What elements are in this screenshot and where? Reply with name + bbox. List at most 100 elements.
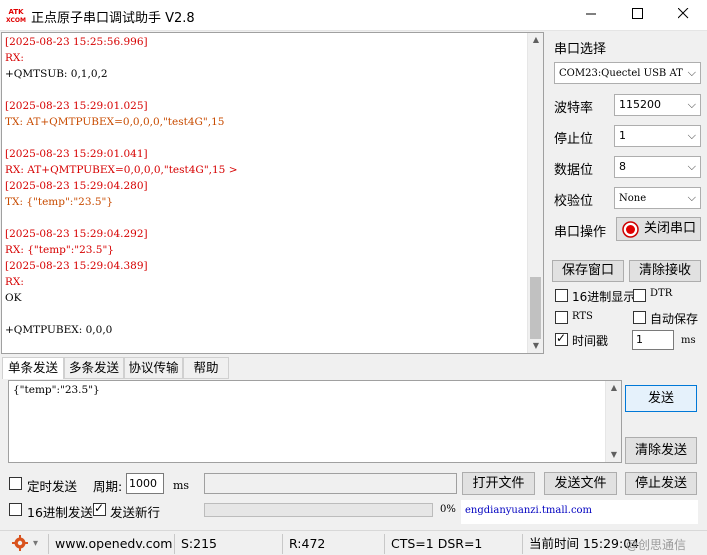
rts-label: RTS	[572, 311, 593, 322]
clear-send-button[interactable]: 清除发送	[625, 437, 697, 464]
parity-select[interactable]: None ⌵	[614, 187, 701, 209]
scroll-thumb[interactable]	[530, 277, 541, 339]
period-input[interactable]: 1000	[126, 473, 164, 494]
title-bar: ATK XCOM 正点原子串口调试助手 V2.8	[0, 0, 707, 31]
baud-select[interactable]: 115200 ⌵	[614, 94, 701, 116]
shop-link-box[interactable]: engdianyuanzi.tmall.com	[461, 500, 698, 524]
scroll-down-icon[interactable]: ▼	[528, 339, 543, 353]
timestamp-input[interactable]: 1	[632, 330, 674, 350]
status-bar: ▾ www.openedv.com S:215 R:472 CTS=1 DSR=…	[0, 530, 707, 555]
send-file-button[interactable]: 发送文件	[544, 472, 617, 495]
log-line: TX: {"temp":"23.5"}	[5, 196, 114, 208]
log-scrollbar[interactable]: ▲ ▼	[527, 33, 543, 353]
stop-bits-label: 停止位	[554, 132, 594, 147]
close-port-button[interactable]: 关闭串口	[616, 217, 701, 241]
hex-display-label: 16进制显示	[572, 290, 636, 304]
current-time: 当前时间 15:29:04	[522, 534, 642, 554]
timestamp-checkbox[interactable]	[555, 331, 568, 346]
tab-protocol[interactable]: 协议传输	[124, 357, 183, 379]
timed-send-checkbox[interactable]	[9, 477, 22, 490]
log-line-text: RX: {"temp":"23.5"}	[5, 244, 114, 256]
send-progress-bar	[204, 503, 433, 517]
receive-log[interactable]: [2025-08-23 15:25:56.996] RX: +QMTSUB: 0…	[1, 32, 544, 354]
status-dropdown-icon[interactable]: ▾	[33, 534, 38, 554]
close-icon	[677, 7, 688, 19]
tab-single-send[interactable]: 单条发送	[2, 357, 64, 379]
chevron-down-icon: ⌵	[687, 160, 696, 173]
baud-label: 波特率	[554, 101, 594, 116]
website-link[interactable]: www.openedv.com	[48, 534, 172, 554]
send-button[interactable]: 发送	[625, 385, 697, 412]
data-bits-label: 数据位	[554, 163, 594, 178]
log-line: [2025-08-23 15:29:01.041]	[5, 148, 148, 160]
send-newline-label: 发送新行	[110, 505, 161, 520]
period-unit: ms	[173, 479, 190, 492]
log-line: [2025-08-23 15:29:04.389]	[5, 260, 148, 272]
log-line: OK	[5, 292, 22, 304]
open-file-button[interactable]: 打开文件	[462, 472, 535, 495]
timestamp-label: 时间戳	[572, 334, 609, 348]
dtr-checkbox[interactable]	[633, 289, 646, 302]
shop-link[interactable]: engdianyuanzi.tmall.com	[465, 505, 592, 516]
sent-count: S:215	[174, 534, 282, 554]
close-port-label: 关闭串口	[644, 221, 697, 236]
gear-icon[interactable]	[12, 535, 28, 551]
log-line: RX:	[5, 52, 24, 64]
stop-send-button[interactable]: 停止发送	[625, 472, 697, 495]
minimize-button[interactable]	[568, 0, 614, 31]
port-label: 串口选择	[554, 42, 607, 57]
log-line: +QMTPUBEX: 0,0,0	[5, 324, 113, 336]
send-progress-label: 0%	[440, 504, 456, 515]
send-newline-checkbox[interactable]	[93, 501, 106, 516]
window-title: 正点原子串口调试助手 V2.8	[31, 11, 195, 26]
port-value: COM23:Quectel USB AT	[559, 68, 683, 79]
clear-receive-button[interactable]: 清除接收	[629, 260, 701, 282]
port-select[interactable]: COM23:Quectel USB AT ⌵	[554, 62, 701, 84]
svg-text:XCOM: XCOM	[6, 17, 26, 24]
send-scrollbar[interactable]: ▲ ▼	[605, 381, 621, 462]
log-line: TX: AT+QMTPUBEX=0,0,0,0,"test4G",15	[5, 116, 225, 128]
watermark: @创思通信	[626, 538, 687, 552]
send-input[interactable]: {"temp":"23.5"} ▲ ▼	[8, 380, 622, 463]
tab-help[interactable]: 帮助	[183, 357, 229, 379]
close-window-button[interactable]	[660, 0, 706, 31]
log-line: +QMTSUB: 0,1,0,2	[5, 68, 108, 80]
stop-bits-select[interactable]: 1 ⌵	[614, 125, 701, 147]
timed-send-label: 定时发送	[27, 479, 78, 494]
scroll-down-icon[interactable]: ▼	[606, 448, 622, 462]
log-line: [2025-08-23 15:25:56.996]	[5, 36, 148, 48]
auto-save-checkbox[interactable]	[633, 311, 646, 324]
chevron-down-icon: ⌵	[687, 129, 696, 142]
save-window-button[interactable]: 保存窗口	[552, 260, 624, 282]
file-path-field[interactable]	[204, 473, 457, 494]
tab-multi-send[interactable]: 多条发送	[64, 357, 124, 379]
hex-send-checkbox[interactable]	[9, 503, 22, 516]
data-bits-value: 8	[619, 160, 626, 173]
log-line: RX: {"temp":"23.5"}	[5, 244, 114, 258]
send-tab-bar: 单条发送 多条发送 协议传输 帮助	[1, 357, 707, 379]
log-line: [2025-08-23 15:29:04.292]	[5, 228, 148, 240]
log-line: RX: AT+QMTPUBEX=0,0,0,0,"test4G",15 >	[5, 164, 238, 178]
scroll-up-icon[interactable]: ▲	[606, 381, 622, 395]
chevron-down-icon: ⌵	[687, 191, 696, 204]
maximize-button[interactable]	[614, 0, 660, 31]
stop-bits-value: 1	[619, 129, 626, 142]
log-line-text: RX: AT+QMTPUBEX=0,0,0,0,"test4G",15 >	[5, 164, 238, 176]
chevron-down-icon: ⌵	[687, 98, 696, 111]
svg-text:ATK: ATK	[8, 8, 24, 16]
chevron-down-icon: ⌵	[687, 66, 696, 79]
log-line: [2025-08-23 15:29:01.025]	[5, 100, 148, 112]
hex-send-label: 16进制发送	[27, 505, 93, 520]
serial-op-label: 串口操作	[554, 225, 607, 240]
baud-value: 115200	[619, 98, 661, 111]
serial-settings-panel: 串口选择 COM23:Quectel USB AT ⌵ 波特率 115200 ⌵…	[548, 32, 707, 362]
period-label: 周期:	[93, 479, 123, 494]
hex-display-checkbox[interactable]	[555, 289, 568, 302]
scroll-up-icon[interactable]: ▲	[528, 33, 543, 47]
minimize-icon	[585, 13, 596, 15]
rts-checkbox[interactable]	[555, 311, 568, 324]
received-count: R:472	[282, 534, 383, 554]
data-bits-select[interactable]: 8 ⌵	[614, 156, 701, 178]
port-status-icon	[622, 221, 639, 238]
log-line: RX:	[5, 276, 24, 288]
